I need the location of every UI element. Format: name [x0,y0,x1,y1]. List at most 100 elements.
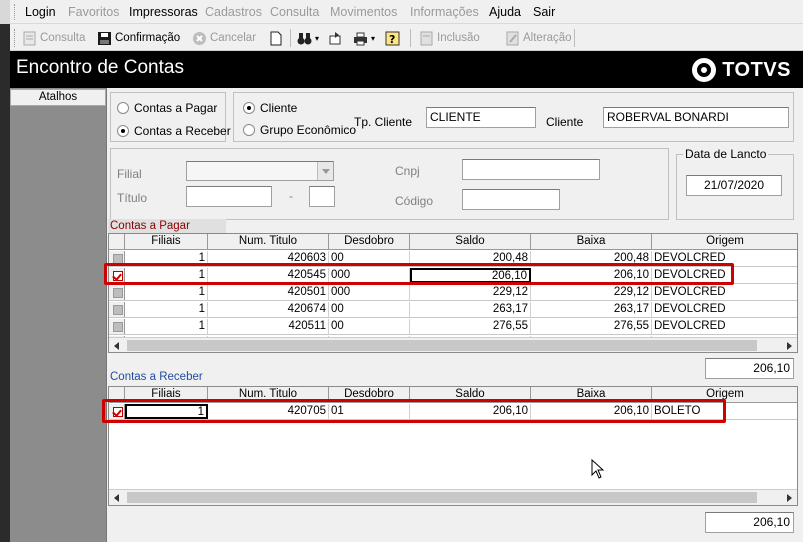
cliente-label: Cliente [546,115,584,129]
cell-baixa[interactable]: 229,12 [531,285,652,300]
filtros-group: Filial Título - Cnpj Código [110,148,669,220]
cell-filial[interactable]: 1 [125,285,208,300]
cell-filial[interactable]: 1 [125,319,208,334]
export-icon [328,31,343,46]
cell-saldo[interactable]: 263,17 [410,302,531,317]
contas-receber-title: Contas a Receber [110,371,203,383]
table-row[interactable]: 1 420501 000 229,12 229,12 DEVOLCRED [109,285,797,301]
cell-desdobro[interactable]: 000 [329,285,410,300]
cancelar-label: Cancelar [210,32,257,44]
menu-consulta[interactable]: Consulta [270,5,319,19]
menu-impressoras[interactable]: Impressoras [129,5,198,19]
highlight-box-receber [102,399,726,423]
cell-saldo[interactable]: 229,12 [410,285,531,300]
cell-num-titulo[interactable]: 420501 [208,285,329,300]
cell-desdobro[interactable]: 00 [329,302,410,317]
new-document-icon [268,31,283,46]
tp-cliente-label: Tp. Cliente [354,115,413,129]
cell-origem[interactable]: DEVOLCRED [652,302,797,317]
scrollbar-thumb[interactable] [127,492,757,503]
alteracao-button[interactable]: Alteração [505,29,572,47]
radio-circle-selected [117,125,129,137]
main-panel: Contas a Pagar Contas a Receber Cliente … [106,88,803,542]
horizontal-scrollbar[interactable] [109,337,797,352]
atalhos-header[interactable]: Atalhos [10,89,106,106]
row-checkbox[interactable] [109,319,125,334]
consulta-icon [22,31,37,46]
receber-total-field: 206,10 [705,512,794,533]
page-title: Encontro de Contas [16,57,184,78]
cell-num-titulo[interactable]: 420674 [208,302,329,317]
totvs-logo-icon [692,58,717,82]
col-num-titulo[interactable]: Num. Titulo [208,234,329,249]
menu-login[interactable]: Login [25,5,56,19]
titulo-dash: - [289,189,293,203]
new-document-button[interactable] [268,29,283,47]
contas-pagar-title: Contas a Pagar [108,219,226,234]
chevron-down-icon[interactable] [317,162,333,180]
horizontal-scrollbar[interactable] [109,489,797,505]
table-row[interactable]: 1 420511 00 276,55 276,55 DEVOLCRED [109,319,797,335]
radio-label: Contas a Pagar [134,101,218,115]
col-baixa[interactable]: Baixa [531,234,652,249]
sidebar: Atalhos [10,88,106,542]
filial-select[interactable] [186,161,334,181]
row-checkbox[interactable] [109,302,125,317]
menu-cadastros[interactable]: Cadastros [205,5,262,19]
cell-saldo[interactable]: 276,55 [410,319,531,334]
cell-desdobro[interactable]: 00 [329,319,410,334]
radio-grupo-economico[interactable]: Grupo Econômico [243,123,356,137]
scroll-right-icon[interactable] [781,338,797,352]
scroll-left-icon[interactable] [109,490,125,505]
col-saldo[interactable]: Saldo [410,234,531,249]
alteracao-icon [505,31,520,46]
data-lancto-field[interactable]: 21/07/2020 [686,175,782,196]
row-checkbox[interactable] [109,285,125,300]
codigo-field[interactable] [462,189,560,210]
radio-contas-pagar[interactable]: Contas a Pagar [117,101,217,115]
menu-favoritos[interactable]: Favoritos [68,5,119,19]
export-button[interactable] [328,29,343,47]
menu-sair[interactable]: Sair [533,5,555,19]
cell-origem[interactable]: DEVOLCRED [652,319,797,334]
menu-movimentos[interactable]: Movimentos [330,5,397,19]
cnpj-field[interactable] [462,159,600,180]
scroll-right-icon[interactable] [781,490,797,505]
titulo-field[interactable] [186,186,272,207]
search-button[interactable]: ▾ [297,29,319,47]
col-desdobro[interactable]: Desdobro [329,234,410,249]
cancelar-button[interactable]: Cancelar [192,29,256,47]
logo-text: TOTVS [722,58,791,81]
col-origem[interactable]: Origem [652,234,797,249]
inclusao-button[interactable]: Inclusão [419,29,480,47]
tp-cliente-field[interactable]: CLIENTE [426,107,536,128]
mouse-cursor-icon [591,459,605,479]
radio-label: Contas a Receber [134,124,231,138]
scroll-left-icon[interactable] [109,338,125,352]
radio-contas-receber[interactable]: Contas a Receber [117,124,231,138]
data-lancto-label: Data de Lancto [683,147,769,161]
titulo-suffix-field[interactable] [309,186,335,207]
highlight-box-pagar [104,263,734,285]
inclusao-label: Inclusão [437,32,480,44]
window-header: Encontro de Contas TOTVS [10,51,803,88]
cell-baixa[interactable]: 276,55 [531,319,652,334]
cell-origem[interactable]: DEVOLCRED [652,285,797,300]
print-button[interactable]: ▾ [353,29,375,47]
table-row[interactable]: 1 420674 00 263,17 263,17 DEVOLCRED [109,302,797,318]
cliente-field[interactable]: ROBERVAL BONARDI [603,107,789,128]
cell-filial[interactable]: 1 [125,302,208,317]
radio-cliente[interactable]: Cliente [243,101,297,115]
menu-informacoes[interactable]: Informações [410,5,479,19]
confirmacao-button[interactable]: Confirmação [97,29,180,47]
menu-ajuda[interactable]: Ajuda [489,5,521,19]
help-button[interactable]: ? [385,29,400,47]
dropdown-arrow-icon: ▾ [371,33,376,43]
contas-pagar-grid[interactable]: Filiais Num. Titulo Desdobro Saldo Baixa… [108,233,798,353]
cell-baixa[interactable]: 263,17 [531,302,652,317]
scrollbar-thumb[interactable] [127,340,757,351]
tipo-contas-group: Contas a Pagar Contas a Receber [110,92,231,142]
consulta-button[interactable]: Consulta [22,29,85,47]
cell-num-titulo[interactable]: 420511 [208,319,329,334]
col-filiais[interactable]: Filiais [125,234,208,249]
